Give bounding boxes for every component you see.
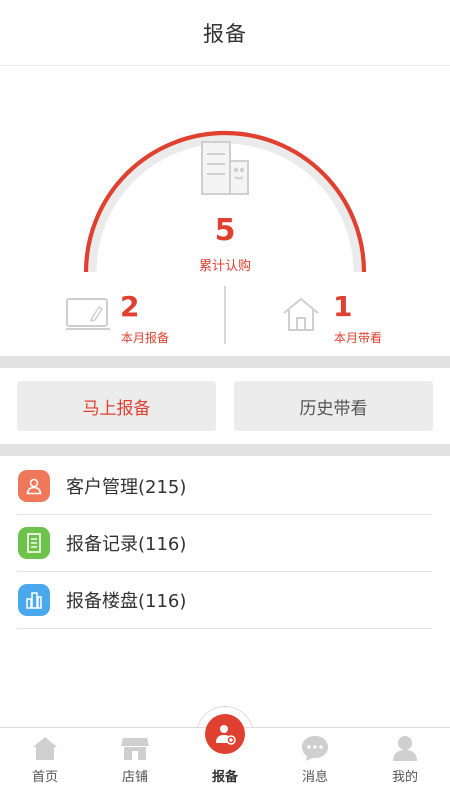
message-icon (302, 736, 328, 761)
menu-item-report-buildings[interactable]: 报备楼盘(116) (17, 572, 432, 629)
tab-messages[interactable]: 消息 (270, 728, 360, 800)
subscription-gauge (83, 131, 367, 273)
monthly-visit-label: 本月带看 (334, 331, 383, 345)
tab-profile[interactable]: 我的 (360, 728, 450, 800)
menu-item-label: 报备记录(116) (66, 534, 187, 555)
stats-divider (224, 286, 226, 344)
house-icon (283, 297, 319, 331)
user-icon (18, 470, 50, 502)
summary-panel: 5 累计认购 2 本月报备 1 本月带看 (0, 66, 450, 356)
tab-label: 报备 (211, 770, 238, 785)
visit-history-button[interactable]: 历史带看 (234, 381, 433, 431)
buildings-icon (201, 141, 249, 195)
store-icon (121, 738, 149, 760)
section-divider (0, 444, 450, 456)
tab-label: 店铺 (121, 770, 148, 785)
menu-item-label: 客户管理(215) (66, 477, 187, 498)
total-subscription-value: 5 (214, 213, 236, 248)
menu-item-label: 报备楼盘(116) (66, 591, 187, 612)
tab-label: 我的 (391, 770, 418, 785)
home-icon (33, 737, 57, 760)
menu-item-customers[interactable]: 客户管理(215) (17, 458, 432, 515)
header-bar: 报备 (0, 0, 450, 66)
tab-store[interactable]: 店铺 (90, 728, 180, 800)
menu-item-report-records[interactable]: 报备记录(116) (17, 515, 432, 572)
notebook-icon (66, 298, 110, 330)
building-icon (18, 584, 50, 616)
section-divider (0, 356, 450, 368)
document-icon (18, 527, 50, 559)
monthly-visit-value: 1 (333, 290, 353, 323)
report-icon (216, 725, 236, 745)
monthly-report-label: 本月报备 (121, 331, 170, 345)
total-subscription-label: 累计认购 (198, 259, 251, 274)
monthly-report-value: 2 (120, 290, 140, 323)
report-center-button[interactable] (205, 714, 245, 754)
tab-label: 首页 (31, 770, 58, 785)
tab-home[interactable]: 首页 (0, 728, 90, 800)
tab-label: 消息 (301, 770, 328, 785)
report-now-button[interactable]: 马上报备 (17, 381, 216, 431)
person-icon (393, 736, 417, 761)
page-title: 报备 (203, 21, 247, 46)
